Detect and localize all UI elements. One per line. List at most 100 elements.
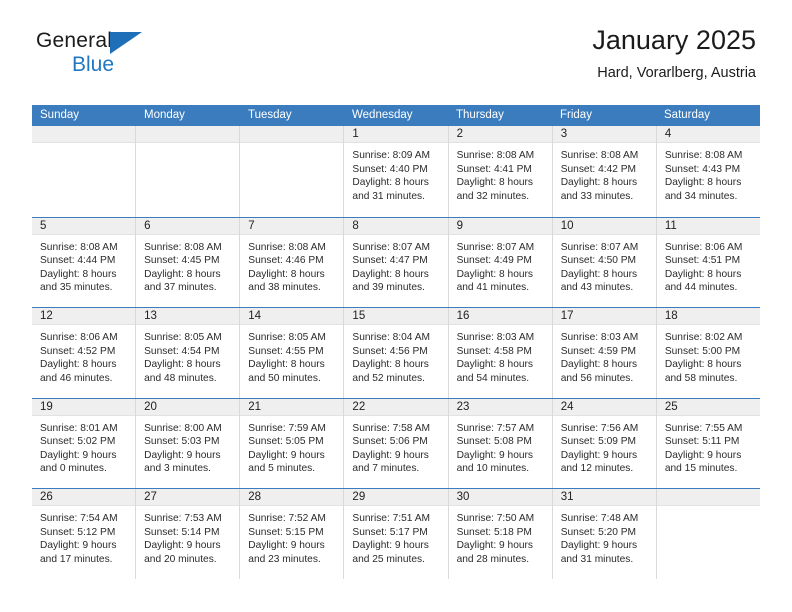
- day-number-band: 14: [240, 308, 344, 325]
- calendar-day-cell[interactable]: 28 Sunrise: 7:52 AM Sunset: 5:15 PM Dayligh…: [239, 489, 344, 579]
- calendar-day-cell-empty: [32, 126, 136, 217]
- sunrise-text: Sunrise: 8:07 AM: [456, 241, 535, 253]
- daylight-text-line1: Daylight: 8 hours: [40, 268, 117, 280]
- day-details: Sunrise: 7:48 AM Sunset: 5:20 PM Daylight:…: [553, 506, 656, 566]
- calendar-day-cell[interactable]: 6 Sunrise: 8:08 AM Sunset: 4:45 PM Daylight…: [135, 217, 240, 307]
- calendar-day-cell[interactable]: 1 Sunrise: 8:09 AM Sunset: 4:40 PM Daylight…: [343, 126, 448, 217]
- daylight-text-line1: Daylight: 9 hours: [560, 540, 638, 552]
- sunrise-text: Sunrise: 8:03 AM: [560, 332, 639, 343]
- calendar-day-cell[interactable]: 24 Sunrise: 7:56 AM Sunset: 5:09 PM Dayligh…: [551, 398, 656, 488]
- daylight-text-line1: Daylight: 8 hours: [456, 268, 534, 280]
- calendar-day-cell[interactable]: 31 Sunrise: 7:48 AM Sunset: 5:20 PM Dayligh…: [551, 489, 656, 579]
- daylight-text-line2: and 3 minutes.: [144, 463, 211, 475]
- day-number: 20: [144, 400, 157, 413]
- calendar-day-cell[interactable]: 4 Sunrise: 8:08 AM Sunset: 4:43 PM Daylight…: [655, 126, 760, 217]
- day-number: 6: [144, 219, 151, 232]
- calendar-day-cell[interactable]: 5 Sunrise: 8:08 AM Sunset: 4:44 PM Daylight…: [32, 217, 136, 307]
- sunrise-text: Sunrise: 7:55 AM: [664, 422, 743, 434]
- calendar-day-cell[interactable]: 25 Sunrise: 7:55 AM Sunset: 5:11 PM Dayligh…: [655, 398, 760, 488]
- day-details: Sunrise: 8:08 AM Sunset: 4:42 PM Daylight:…: [553, 143, 656, 203]
- calendar-day-cell[interactable]: 8 Sunrise: 8:07 AM Sunset: 4:47 PM Daylight…: [343, 217, 448, 307]
- day-number-band: 5: [32, 217, 136, 235]
- calendar-day-cell[interactable]: 23 Sunrise: 7:57 AM Sunset: 5:08 PM Dayligh…: [447, 398, 552, 488]
- daylight-text-line2: and 33 minutes.: [560, 190, 634, 202]
- daylight-text-line1: Daylight: 8 hours: [352, 268, 429, 280]
- calendar-day-cell[interactable]: 7 Sunrise: 8:08 AM Sunset: 4:46 PM Daylight…: [239, 217, 344, 307]
- calendar-day-cell[interactable]: 10 Sunrise: 8:07 AM Sunset: 4:50 PM Dayligh…: [551, 217, 656, 307]
- day-number: 14: [248, 310, 262, 322]
- day-number-band: 21: [240, 398, 344, 416]
- logo-text-blue: Blue: [72, 53, 115, 76]
- page-header: General Blue January 2025 Hard, Vorarlbe…: [0, 25, 792, 98]
- day-number: 26: [40, 491, 53, 503]
- day-details: Sunrise: 7:50 AM Sunset: 5:18 PM Daylight:…: [449, 506, 552, 566]
- day-number: 4: [664, 128, 672, 140]
- daylight-text-line2: and 20 minutes.: [144, 553, 217, 565]
- calendar-day-cell[interactable]: 27 Sunrise: 7:53 AM Sunset: 5:14 PM Dayligh…: [135, 489, 240, 579]
- day-number: 11: [664, 219, 677, 232]
- sunset-text: Sunset: 5:09 PM: [560, 436, 637, 448]
- day-number-band: 16: [448, 308, 552, 325]
- day-number-band: 24: [552, 398, 656, 416]
- calendar-day-cell[interactable]: 18 Sunrise: 8:02 AM Sunset: 5:00 PM Dayligh…: [655, 308, 760, 398]
- daylight-text-line2: and 31 minutes.: [352, 190, 425, 202]
- sunset-text: Sunset: 4:43 PM: [664, 163, 741, 175]
- weekday-header-wednesday: Wednesday: [352, 109, 413, 121]
- day-number: 13: [144, 310, 157, 322]
- day-details: Sunrise: 8:03 AM Sunset: 4:58 PM Daylight:…: [449, 325, 552, 385]
- daylight-text-line2: and 39 minutes.: [352, 282, 425, 294]
- daylight-text-line1: Daylight: 9 hours: [40, 449, 117, 461]
- calendar-day-cell[interactable]: 20 Sunrise: 8:00 AM Sunset: 5:03 PM Dayligh…: [135, 398, 240, 488]
- sunset-text: Sunset: 4:44 PM: [40, 255, 116, 267]
- sunset-text: Sunset: 4:50 PM: [560, 255, 637, 267]
- day-number: 17: [560, 310, 574, 322]
- sunrise-text: Sunrise: 8:04 AM: [352, 332, 431, 343]
- sunrise-text: Sunrise: 7:50 AM: [456, 513, 535, 524]
- daylight-text-line2: and 54 minutes.: [456, 372, 530, 384]
- calendar-day-cell-empty: [655, 489, 760, 579]
- calendar-day-cell[interactable]: 26 Sunrise: 7:54 AM Sunset: 5:12 PM Dayligh…: [32, 489, 136, 579]
- sunset-text: Sunset: 4:56 PM: [352, 345, 428, 357]
- calendar-day-cell[interactable]: 21 Sunrise: 7:59 AM Sunset: 5:05 PM Dayligh…: [239, 398, 344, 488]
- day-number-band: [32, 126, 136, 143]
- day-details: Sunrise: 8:06 AM Sunset: 4:52 PM Daylight:…: [32, 325, 135, 385]
- calendar-day-cell[interactable]: 22 Sunrise: 7:58 AM Sunset: 5:06 PM Dayligh…: [343, 398, 448, 488]
- calendar-day-cell[interactable]: 9 Sunrise: 8:07 AM Sunset: 4:49 PM Daylight…: [447, 217, 552, 307]
- calendar-day-cell[interactable]: 14 Sunrise: 8:05 AM Sunset: 4:55 PM Dayligh…: [239, 308, 344, 398]
- day-number-band: [656, 489, 760, 506]
- calendar-day-cell[interactable]: 13 Sunrise: 8:05 AM Sunset: 4:54 PM Dayligh…: [135, 308, 240, 398]
- day-number-band: 31: [552, 489, 656, 506]
- calendar-day-cell[interactable]: 17 Sunrise: 8:03 AM Sunset: 4:59 PM Dayligh…: [551, 308, 656, 398]
- calendar-day-cell[interactable]: 12 Sunrise: 8:06 AM Sunset: 4:52 PM Dayligh…: [32, 308, 136, 398]
- day-number-band: 15: [344, 308, 448, 325]
- logo[interactable]: General Blue: [36, 26, 156, 84]
- daylight-text-line2: and 5 minutes.: [248, 463, 316, 475]
- daylight-text-line1: Daylight: 8 hours: [664, 268, 742, 280]
- day-number-band: 20: [136, 398, 240, 416]
- daylight-text-line1: Daylight: 8 hours: [456, 359, 534, 371]
- calendar-day-cell[interactable]: 19 Sunrise: 8:01 AM Sunset: 5:02 PM Dayligh…: [32, 398, 136, 488]
- daylight-text-line2: and 7 minutes.: [352, 463, 420, 475]
- daylight-text-line1: Daylight: 8 hours: [560, 359, 638, 371]
- day-details: Sunrise: 8:02 AM Sunset: 5:00 PM Daylight:…: [657, 325, 760, 385]
- daylight-text-line2: and 35 minutes.: [40, 282, 113, 294]
- calendar-day-cell[interactable]: 3 Sunrise: 8:08 AM Sunset: 4:42 PM Daylight…: [551, 126, 656, 217]
- daylight-text-line2: and 58 minutes.: [664, 372, 738, 384]
- calendar-day-cell[interactable]: 30 Sunrise: 7:50 AM Sunset: 5:18 PM Dayligh…: [447, 489, 552, 579]
- daylight-text-line2: and 12 minutes.: [560, 463, 634, 475]
- calendar-day-cell[interactable]: 16 Sunrise: 8:03 AM Sunset: 4:58 PM Dayligh…: [447, 308, 552, 398]
- daylight-text-line1: Daylight: 9 hours: [560, 449, 638, 461]
- calendar-day-cell[interactable]: 11 Sunrise: 8:06 AM Sunset: 4:51 PM Dayligh…: [655, 217, 760, 307]
- calendar-day-cell[interactable]: 15 Sunrise: 8:04 AM Sunset: 4:56 PM Dayligh…: [343, 308, 448, 398]
- calendar-day-cell[interactable]: 2 Sunrise: 8:08 AM Sunset: 4:41 PM Daylight…: [447, 126, 552, 217]
- day-number-band: 10: [552, 217, 656, 235]
- day-details: Sunrise: 7:58 AM Sunset: 5:06 PM Daylight:…: [344, 416, 447, 476]
- day-number-band: 23: [448, 398, 552, 416]
- day-number: 2: [456, 128, 463, 140]
- daylight-text-line1: Daylight: 8 hours: [352, 359, 429, 371]
- day-number-band: 19: [32, 398, 136, 416]
- sunset-text: Sunset: 4:41 PM: [456, 163, 532, 175]
- daylight-text-line1: Daylight: 9 hours: [144, 449, 221, 461]
- day-number: 22: [352, 400, 366, 413]
- calendar-day-cell[interactable]: 29 Sunrise: 7:51 AM Sunset: 5:17 PM Dayligh…: [343, 489, 448, 579]
